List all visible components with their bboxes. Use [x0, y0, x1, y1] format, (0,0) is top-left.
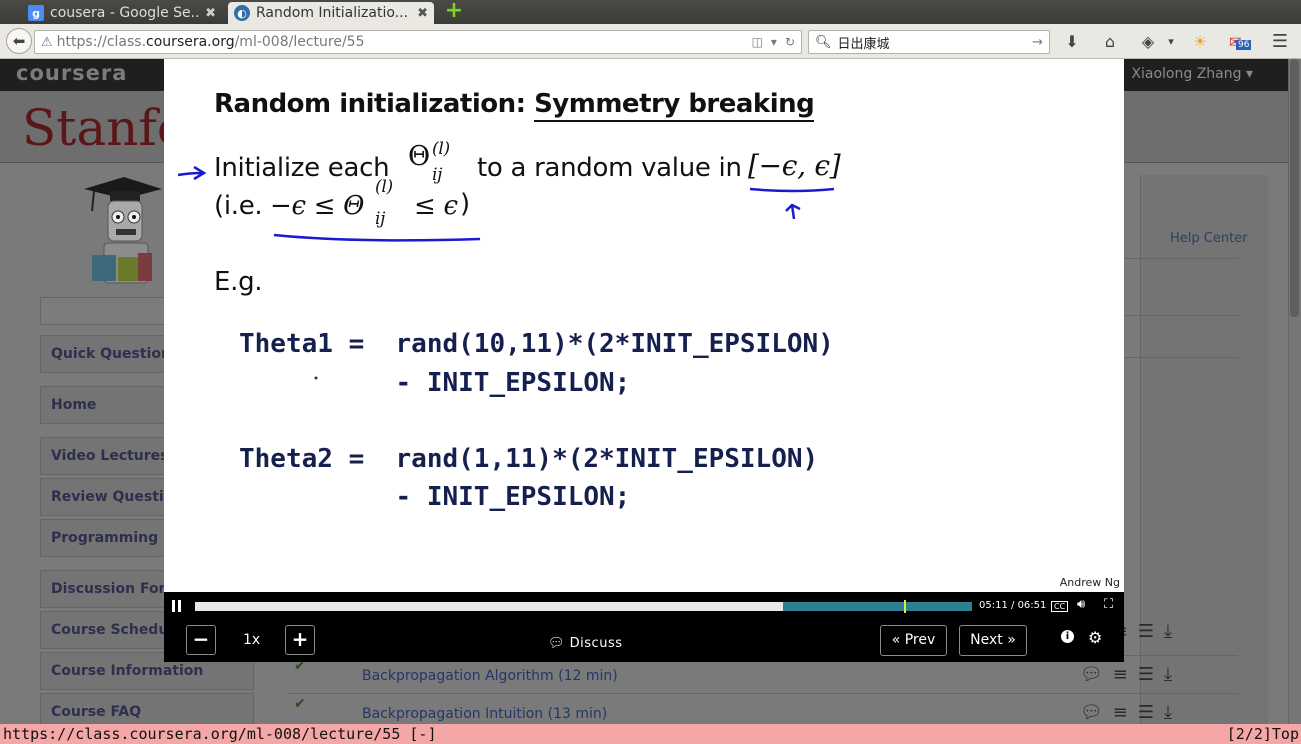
progress-played [195, 602, 784, 611]
prev-button[interactable]: « Prev [880, 625, 947, 656]
pocket-toolbar-icon[interactable]: ◈ [1137, 32, 1159, 52]
tab-random-initialization[interactable]: ◐ Random Initializatio... ✖ [228, 2, 434, 24]
search-bar[interactable]: 🔍︎ 日出康城 → [808, 30, 1050, 54]
fullscreen-icon[interactable]: ⛶ [1104, 597, 1113, 612]
next-button[interactable]: Next » [959, 625, 1027, 656]
list-item[interactable]: ✔ Backpropagation Intuition (13 min) 💬︎≡… [288, 693, 1238, 724]
speed-decrease-button[interactable]: − [186, 625, 216, 655]
back-arrow-icon[interactable]: ⬅ [6, 28, 32, 54]
list-icon[interactable]: ☰ [1138, 702, 1164, 723]
pause-icon[interactable] [171, 600, 183, 612]
time-display: 05:11 / 06:51 [979, 600, 1047, 611]
user-menu[interactable]: Xiaolong Zhang ▾ [1131, 66, 1253, 82]
gmail-notifier-icon[interactable]: ✉ 96 [1229, 32, 1252, 52]
video-controls: 05:11 / 06:51 CC 🔊︎ ⛶ − 1x + 💬︎ Discuss … [164, 592, 1124, 662]
navigation-toolbar: ⬅ ⚠ https://class.coursera.org/ml-008/le… [0, 24, 1301, 59]
download-arrow-icon[interactable]: ⬇ [1061, 32, 1083, 52]
lecture-title[interactable]: Backpropagation Algorithm (12 min) [362, 668, 618, 684]
notification-badge: 96 [1236, 40, 1252, 50]
robot-mascot-icon [84, 177, 162, 284]
handwritten-annotations-icon [177, 165, 835, 380]
lecture-title[interactable]: Backpropagation Intuition (13 min) [362, 706, 607, 722]
playback-speed: 1x [243, 632, 261, 648]
list-icon[interactable]: ☰ [1138, 664, 1164, 685]
tab-strip: g cousera - Google Se... ✖ ◐ Random Init… [0, 0, 1301, 24]
search-query[interactable]: 日出康城 [838, 33, 1033, 52]
coursera-favicon-icon: ◐ [234, 5, 250, 21]
progress-marker [903, 600, 906, 613]
slides-icon[interactable]: ≡ [1113, 664, 1138, 685]
status-position: [2/2]Top [1226, 725, 1299, 743]
volume-icon[interactable]: 🔊︎ [1077, 597, 1085, 612]
new-tab-plus-icon[interactable]: + [444, 0, 464, 22]
download-icon[interactable]: ⤓ [1164, 621, 1182, 642]
discussion-bubble-icon[interactable]: 💬︎ [1080, 664, 1113, 685]
slides-icon[interactable]: ≡ [1113, 702, 1138, 723]
url-bar[interactable]: ⚠ https://class.coursera.org/ml-008/lect… [34, 30, 802, 54]
checkmark-icon: ✔ [294, 696, 306, 712]
pocket-dropdown-icon[interactable]: ▾ [1160, 32, 1182, 52]
divider [1124, 315, 1239, 316]
divider [1124, 357, 1239, 358]
dropdown-arrow-icon[interactable]: ▾ [771, 35, 777, 49]
discussion-bubble-icon[interactable]: 💬︎ [1080, 702, 1113, 723]
search-magnifier-icon: 🔍︎ [815, 34, 832, 50]
pocket-icon[interactable]: ◫ [752, 35, 763, 49]
search-go-arrow-icon[interactable]: → [1032, 35, 1043, 50]
download-icon[interactable]: ⤓ [1164, 702, 1182, 723]
home-icon[interactable]: ⌂ [1099, 32, 1121, 52]
chat-bubble-icon: 💬︎ [548, 636, 566, 651]
url-text[interactable]: https://class.coursera.org/ml-008/lectur… [57, 34, 752, 50]
video-frame[interactable]: Random initialization: Symmetry breaking… [164, 59, 1124, 592]
tab-label: Random Initializatio... [256, 5, 409, 21]
captions-icon[interactable]: CC [1051, 599, 1069, 612]
gear-icon[interactable]: ⚙ [1088, 628, 1102, 647]
coursera-logo[interactable]: coursera [16, 61, 127, 85]
status-url: https://class.coursera.org/ml-008/lectur… [3, 725, 437, 743]
sidebar-search-box[interactable] [40, 297, 180, 325]
reload-icon[interactable]: ↻ [785, 35, 795, 49]
discuss-button[interactable]: 💬︎ Discuss [548, 636, 622, 651]
warning-triangle-icon[interactable]: ⚠ [41, 35, 53, 50]
info-icon[interactable]: i [1061, 630, 1074, 643]
sidebar-item-course-faq[interactable]: Course FAQ [40, 693, 254, 724]
lecture-list: ✔ Backpropagation Algorithm (12 min) 💬︎≡… [288, 655, 1238, 724]
weather-icon[interactable]: ☀ [1189, 32, 1211, 52]
help-center-link[interactable]: Help Center [1170, 231, 1248, 246]
download-icon[interactable]: ⤓ [1164, 664, 1182, 685]
google-favicon-icon: g [28, 5, 44, 21]
hamburger-menu-icon[interactable]: ☰ [1269, 32, 1291, 52]
tab-label: cousera - Google Se... [50, 5, 200, 21]
close-tab-icon[interactable]: ✖ [205, 6, 216, 21]
scrollbar-thumb[interactable] [1290, 59, 1299, 317]
close-tab-icon[interactable]: ✖ [417, 6, 428, 21]
divider [1124, 258, 1239, 259]
tab-google-search[interactable]: g cousera - Google Se... ✖ [22, 2, 222, 24]
status-line: https://class.coursera.org/ml-008/lectur… [0, 724, 1301, 744]
speed-increase-button[interactable]: + [285, 625, 315, 655]
list-icon[interactable]: ☰ [1138, 621, 1164, 642]
progress-bar[interactable] [195, 600, 972, 613]
